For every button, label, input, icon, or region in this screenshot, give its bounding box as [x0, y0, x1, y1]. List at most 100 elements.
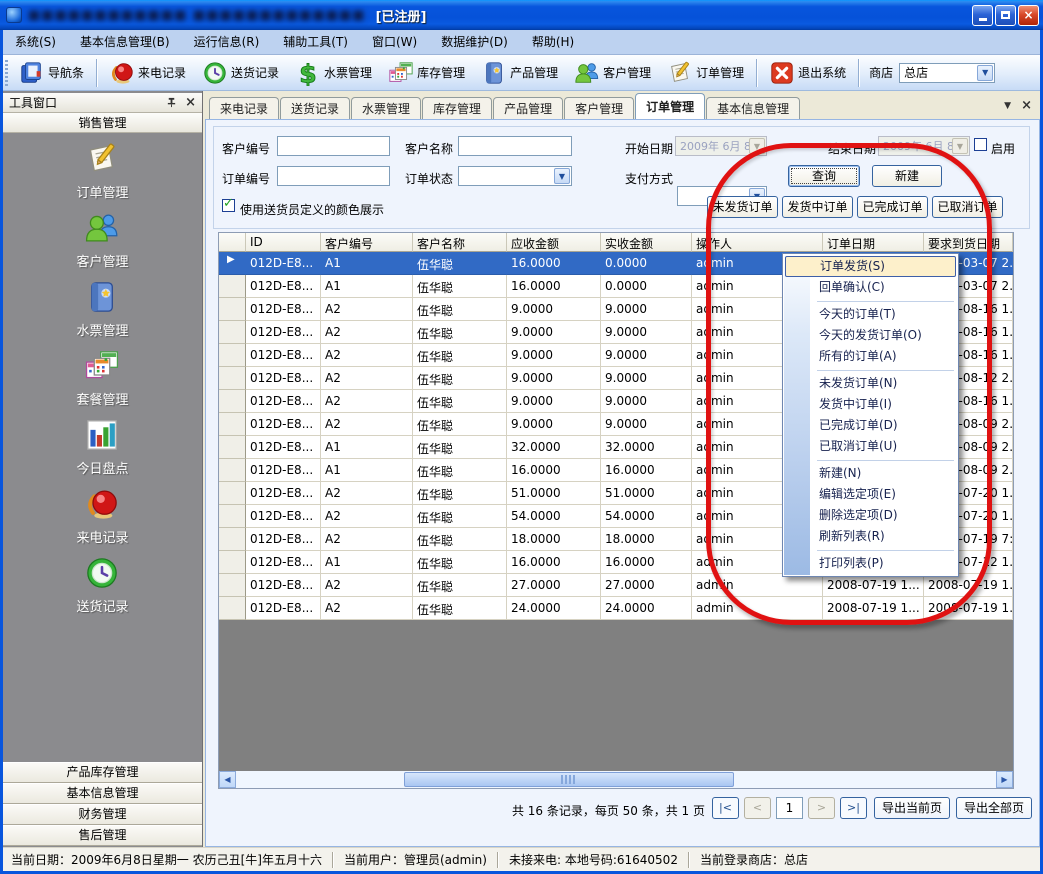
sidebar-item[interactable]: 订单管理	[76, 141, 128, 201]
context-menu-item[interactable]: 新建(N)	[783, 463, 958, 484]
row-header[interactable]	[219, 413, 246, 436]
column-header[interactable]: 订单日期	[823, 233, 924, 252]
menubar-item[interactable]: 帮助(H)	[520, 30, 586, 55]
table-row[interactable]: 012D-E8...A2伍华聪27.000027.0000admin2008-0…	[219, 574, 1013, 597]
toolbar-button-7[interactable]: 客户管理	[566, 57, 659, 89]
column-header[interactable]: ID	[246, 233, 321, 252]
sidebar-section-bar[interactable]: 售后管理	[3, 825, 202, 846]
tab-list-dropdown-icon[interactable]: ▼	[1004, 101, 1011, 111]
order-status-select[interactable]: ▼	[458, 166, 572, 186]
menubar-item[interactable]: 系统(S)	[3, 30, 68, 55]
row-header[interactable]	[219, 367, 246, 390]
toolbar-button-3[interactable]: 送货记录	[194, 57, 287, 89]
tab-3[interactable]: 水票管理	[351, 97, 421, 119]
context-menu-item[interactable]: 发货中订单(I)	[783, 394, 958, 415]
maximize-button[interactable]	[995, 5, 1016, 26]
order-status-filter-button[interactable]: 已完成订单	[857, 196, 928, 218]
color-display-checkbox[interactable]: ✓	[222, 199, 235, 212]
sidebar-item[interactable]: 客户管理	[76, 210, 128, 270]
row-header[interactable]	[219, 505, 246, 528]
close-button[interactable]: ×	[1018, 5, 1039, 26]
row-header[interactable]	[219, 390, 246, 413]
column-header[interactable]: 实收金额	[601, 233, 692, 252]
menubar-item[interactable]: 运行信息(R)	[182, 30, 272, 55]
context-menu-item[interactable]: 已取消订单(U)	[783, 436, 958, 457]
order-status-filter-button[interactable]: 发货中订单	[782, 196, 853, 218]
row-header[interactable]	[219, 436, 246, 459]
column-header[interactable]: 客户名称	[413, 233, 507, 252]
context-menu-item[interactable]: 编辑选定项(E)	[783, 484, 958, 505]
customer-name-input[interactable]	[458, 136, 572, 156]
order-status-filter-button[interactable]: 已取消订单	[932, 196, 1003, 218]
toolbar-button-9[interactable]: 退出系统	[761, 57, 854, 89]
tab-1[interactable]: 来电记录	[209, 97, 279, 119]
column-header[interactable]: 应收金额	[507, 233, 601, 252]
tab-6[interactable]: 客户管理	[564, 97, 634, 119]
scrollbar-thumb[interactable]	[404, 772, 734, 787]
row-header[interactable]	[219, 275, 246, 298]
context-menu-item[interactable]: 今天的发货订单(O)	[783, 325, 958, 346]
toolbar-button-4[interactable]: $水票管理	[287, 57, 380, 89]
end-date-picker[interactable]: 2009年 6月 8日 ▼	[878, 136, 970, 156]
menubar-item[interactable]: 窗口(W)	[360, 30, 429, 55]
toolbar-button-8[interactable]: 订单管理	[659, 57, 752, 89]
order-no-input[interactable]	[277, 166, 390, 186]
row-header[interactable]	[219, 321, 246, 344]
tab-2[interactable]: 送货记录	[280, 97, 350, 119]
sidebar-section-bar[interactable]: 产品库存管理	[3, 762, 202, 783]
sidebar-item[interactable]: 套餐管理	[76, 348, 128, 408]
page-number-input[interactable]: 1	[776, 797, 803, 819]
scroll-left-icon[interactable]: ◀	[219, 771, 236, 788]
new-button[interactable]: 新建	[872, 165, 942, 187]
context-menu-item[interactable]: 已完成订单(D)	[783, 415, 958, 436]
sidebar-item[interactable]: 来电记录	[76, 486, 128, 546]
order-status-dropdown-icon[interactable]: ▼	[554, 168, 570, 184]
start-date-dropdown-icon[interactable]: ▼	[749, 138, 765, 154]
end-date-dropdown-icon[interactable]: ▼	[952, 138, 968, 154]
export-current-page-button[interactable]: 导出当前页	[874, 797, 950, 819]
toolbar-grip[interactable]	[5, 60, 8, 86]
table-row[interactable]: 012D-E8...A2伍华聪24.000024.0000admin2008-0…	[219, 597, 1013, 620]
context-menu-item[interactable]: 删除选定项(D)	[783, 505, 958, 526]
start-date-picker[interactable]: 2009年 6月 8日 ▼	[675, 136, 767, 156]
sidebar-item[interactable]: 水票管理	[76, 279, 128, 339]
toolbar-button-1[interactable]: 导航条	[11, 57, 92, 89]
next-page-button[interactable]: >	[808, 797, 835, 819]
last-page-button[interactable]: >|	[840, 797, 867, 819]
tab-7[interactable]: 订单管理	[635, 93, 705, 119]
column-header[interactable]: 操作人	[692, 233, 823, 252]
shop-select[interactable]: 总店▼	[899, 63, 995, 83]
row-header[interactable]	[219, 344, 246, 367]
row-header[interactable]	[219, 551, 246, 574]
first-page-button[interactable]: |<	[712, 797, 739, 819]
pin-icon[interactable]	[166, 97, 177, 108]
enable-checkbox[interactable]	[974, 138, 987, 151]
row-header[interactable]	[219, 528, 246, 551]
row-header[interactable]	[219, 574, 246, 597]
toolbar-button-2[interactable]: 来电记录	[101, 57, 194, 89]
row-header[interactable]	[219, 482, 246, 505]
export-all-pages-button[interactable]: 导出全部页	[956, 797, 1032, 819]
context-menu-item[interactable]: 今天的订单(T)	[783, 304, 958, 325]
sidebar-section-bar[interactable]: 基本信息管理	[3, 783, 202, 804]
query-button[interactable]: 查询	[788, 165, 860, 187]
context-menu-item[interactable]: 所有的订单(A)	[783, 346, 958, 367]
menubar-item[interactable]: 辅助工具(T)	[271, 30, 360, 55]
context-menu-item[interactable]: 回单确认(C)	[783, 277, 958, 298]
sidebar-section-bar[interactable]: 财务管理	[3, 804, 202, 825]
row-header[interactable]	[219, 459, 246, 482]
tab-8[interactable]: 基本信息管理	[706, 97, 800, 119]
scroll-right-icon[interactable]: ▶	[996, 771, 1013, 788]
prev-page-button[interactable]: <	[744, 797, 771, 819]
column-header[interactable]: 要求到货日期	[924, 233, 1013, 252]
toolbar-button-5[interactable]: 库存管理	[380, 57, 473, 89]
shop-dropdown-icon[interactable]: ▼	[977, 65, 993, 81]
menubar-item[interactable]: 基本信息管理(B)	[68, 30, 182, 55]
sidebar-section-header[interactable]: 销售管理	[3, 113, 202, 133]
toolbar-button-6[interactable]: 产品管理	[473, 57, 566, 89]
column-header[interactable]: 客户编号	[321, 233, 413, 252]
row-header[interactable]	[219, 597, 246, 620]
minimize-button[interactable]	[972, 5, 993, 26]
tab-4[interactable]: 库存管理	[422, 97, 492, 119]
context-menu-item[interactable]: 订单发货(S)	[785, 256, 956, 277]
